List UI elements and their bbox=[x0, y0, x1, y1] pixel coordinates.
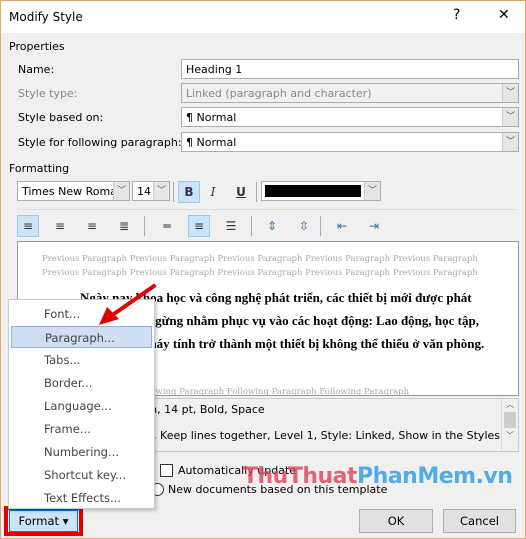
divider bbox=[251, 216, 252, 236]
align-right-button[interactable]: ≡ bbox=[81, 215, 103, 237]
menu-item-language[interactable]: Language... bbox=[11, 395, 152, 417]
scroll-down-icon[interactable]: ﹀ bbox=[502, 430, 518, 441]
based-on-value: ¶ Normal bbox=[186, 111, 237, 124]
formatting-heading: Formatting bbox=[9, 162, 70, 175]
cancel-button[interactable]: Cancel bbox=[443, 509, 516, 533]
following-label: Style for following paragraph: bbox=[18, 136, 182, 149]
based-on-label: Style based on: bbox=[18, 111, 104, 124]
chevron-down-icon[interactable]: ﹀ bbox=[364, 182, 380, 200]
style-type-value: Linked (paragraph and character) bbox=[186, 87, 372, 100]
menu-item-numbering[interactable]: Numbering... bbox=[11, 441, 152, 463]
single-spacing-button[interactable]: ═ bbox=[156, 215, 178, 237]
menu-item-shortcut-key[interactable]: Shortcut key... bbox=[11, 464, 152, 486]
justify-button[interactable]: ≣ bbox=[113, 215, 135, 237]
divider bbox=[256, 182, 257, 202]
following-select[interactable]: ¶ Normal ﹀ bbox=[181, 132, 519, 152]
dialog-title: Modify Style bbox=[9, 10, 83, 24]
increase-paragraph-spacing-icon[interactable]: ⇕ bbox=[261, 215, 283, 237]
red-arrow-icon bbox=[99, 284, 156, 325]
title-bar: Modify Style ? ✕ bbox=[1, 1, 525, 33]
menu-item-border[interactable]: Border... bbox=[11, 372, 152, 394]
menu-item-text-effects[interactable]: Text Effects... bbox=[11, 487, 152, 509]
italic-button[interactable]: I bbox=[202, 181, 224, 203]
auto-update-checkbox[interactable] bbox=[160, 464, 173, 477]
previous-paragraph-text: Previous Paragraph Previous Paragraph Pr… bbox=[42, 254, 478, 278]
close-button[interactable]: ✕ bbox=[498, 7, 510, 23]
modify-style-dialog: Modify Style ? ✕ Properties Name: Headin… bbox=[0, 0, 526, 539]
ok-button[interactable]: OK bbox=[359, 509, 433, 533]
bold-button[interactable]: B bbox=[178, 181, 200, 203]
size-select[interactable]: 14 ﹀ bbox=[132, 181, 170, 201]
watermark-logo: ThuThuatPhanMem.vn bbox=[243, 464, 513, 489]
font-color-select[interactable]: ﹀ bbox=[261, 181, 381, 201]
size-value: 14 bbox=[137, 185, 151, 198]
menu-item-tabs[interactable]: Tabs... bbox=[11, 349, 152, 371]
properties-heading: Properties bbox=[9, 40, 65, 53]
align-center-button[interactable]: ≡ bbox=[49, 215, 71, 237]
name-label: Name: bbox=[18, 63, 55, 76]
divider bbox=[17, 209, 517, 210]
style-type-label: Style type: bbox=[18, 87, 78, 100]
chevron-down-icon: ﹀ bbox=[502, 84, 518, 102]
chevron-down-icon[interactable]: ﹀ bbox=[113, 182, 129, 200]
style-type-select: Linked (paragraph and character) ﹀ bbox=[181, 83, 519, 103]
font-value: Times New Roman bbox=[22, 185, 124, 198]
format-button[interactable]: Format ▾ bbox=[9, 510, 78, 532]
scroll-up-icon[interactable]: ︿ bbox=[502, 399, 518, 410]
name-input[interactable]: Heading 1 bbox=[181, 59, 519, 79]
align-left-button[interactable]: ≡ bbox=[17, 215, 39, 237]
based-on-select[interactable]: ¶ Normal ﹀ bbox=[181, 107, 519, 127]
divider bbox=[320, 216, 321, 236]
divider bbox=[173, 182, 174, 202]
one-half-spacing-button[interactable]: ≡ bbox=[188, 215, 210, 237]
decrease-paragraph-spacing-icon[interactable]: ⇳ bbox=[293, 215, 315, 237]
increase-indent-icon[interactable]: ⇥ bbox=[363, 215, 385, 237]
chevron-down-icon[interactable]: ﹀ bbox=[502, 133, 518, 151]
font-select[interactable]: Times New Roman ﹀ bbox=[17, 181, 130, 201]
underline-button[interactable]: U bbox=[230, 181, 252, 203]
following-value: ¶ Normal bbox=[186, 136, 237, 149]
scroll-thumb[interactable] bbox=[504, 412, 516, 428]
color-swatch bbox=[265, 185, 361, 197]
divider bbox=[144, 216, 145, 236]
help-button[interactable]: ? bbox=[453, 7, 460, 23]
double-spacing-button[interactable]: ☰ bbox=[220, 215, 242, 237]
menu-item-frame[interactable]: Frame... bbox=[11, 418, 152, 440]
chevron-down-icon[interactable]: ﹀ bbox=[502, 108, 518, 126]
decrease-indent-icon[interactable]: ⇤ bbox=[331, 215, 353, 237]
chevron-down-icon[interactable]: ﹀ bbox=[153, 182, 169, 200]
description-scrollbar[interactable]: ︿ ﹀ bbox=[501, 399, 518, 451]
